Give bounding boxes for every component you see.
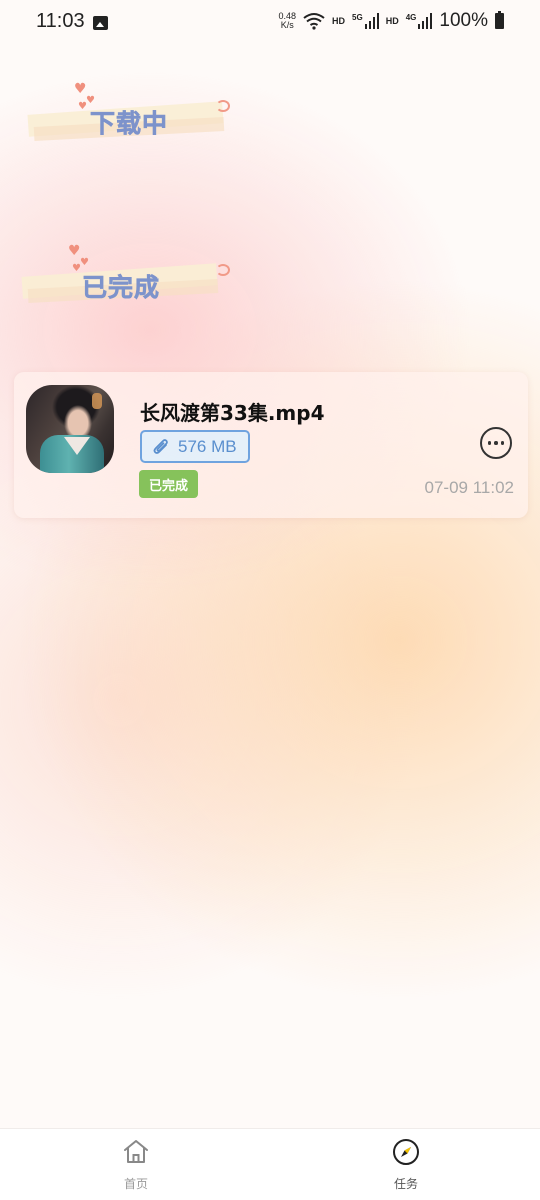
nav-item-home[interactable]: 首页 bbox=[66, 1129, 206, 1200]
gallery-icon bbox=[93, 16, 108, 30]
net-label-4g: 4G bbox=[405, 12, 417, 22]
thumbnail-lantern bbox=[92, 393, 102, 409]
heart-icon: ♥ bbox=[68, 243, 81, 259]
download-item-card[interactable]: 长风渡第33集.mp4 576 MB 已完成 07-09 11:02 bbox=[14, 372, 528, 518]
nav-label-tasks: 任务 bbox=[393, 1177, 418, 1191]
status-icons: 0.48 K/s HD 5G HD 4G 100% bbox=[279, 10, 504, 32]
more-options-button[interactable] bbox=[480, 427, 512, 459]
swirl-decoration bbox=[216, 100, 230, 112]
hd-label-1: HD bbox=[332, 16, 346, 26]
section-title-downloading: ♥ ♥ ♥ 下载中 bbox=[27, 78, 248, 158]
net-speed: 0.48 K/s bbox=[279, 12, 297, 30]
file-size: 576 MB bbox=[178, 436, 237, 456]
downloading-title: 下载中 bbox=[90, 109, 169, 139]
status-badge: 已完成 bbox=[139, 470, 199, 498]
download-date: 07-09 11:02 bbox=[424, 478, 514, 497]
signal-icon-2 bbox=[418, 13, 433, 29]
more-dot bbox=[494, 441, 498, 445]
wifi-icon bbox=[303, 13, 325, 30]
status-time: 11:03 bbox=[36, 10, 85, 32]
compass-icon bbox=[393, 1139, 419, 1165]
more-dot bbox=[500, 441, 505, 445]
signal-icon-1 bbox=[364, 13, 379, 29]
battery-percent: 100% bbox=[439, 10, 488, 31]
status-bar: 11:03 0.48 K/s HD 5G HD 4G 100% bbox=[0, 0, 540, 48]
home-icon bbox=[124, 1140, 148, 1163]
heart-icon: ♥ bbox=[74, 81, 87, 97]
bottom-nav: 首页 任务 bbox=[0, 1128, 540, 1200]
section-title-completed: ♥ ♥ ♥ 已完成 bbox=[21, 240, 242, 320]
battery-icon bbox=[495, 11, 504, 29]
net-speed-unit: K/s bbox=[280, 20, 294, 30]
file-name: 长风渡第33集.mp4 bbox=[140, 401, 325, 425]
paperclip-icon bbox=[153, 438, 168, 454]
heart-icon-small: ♥ bbox=[80, 257, 89, 268]
file-size-badge: 576 MB bbox=[140, 430, 250, 463]
completed-title: 已完成 bbox=[82, 273, 161, 303]
more-dot bbox=[487, 441, 492, 445]
nav-label-home: 首页 bbox=[123, 1177, 148, 1191]
hd-label-2: HD bbox=[385, 16, 399, 26]
swirl-decoration bbox=[216, 264, 230, 276]
net-label-5g: 5G bbox=[352, 12, 363, 22]
nav-item-tasks[interactable]: 任务 bbox=[336, 1129, 476, 1200]
video-thumbnail bbox=[26, 385, 114, 473]
